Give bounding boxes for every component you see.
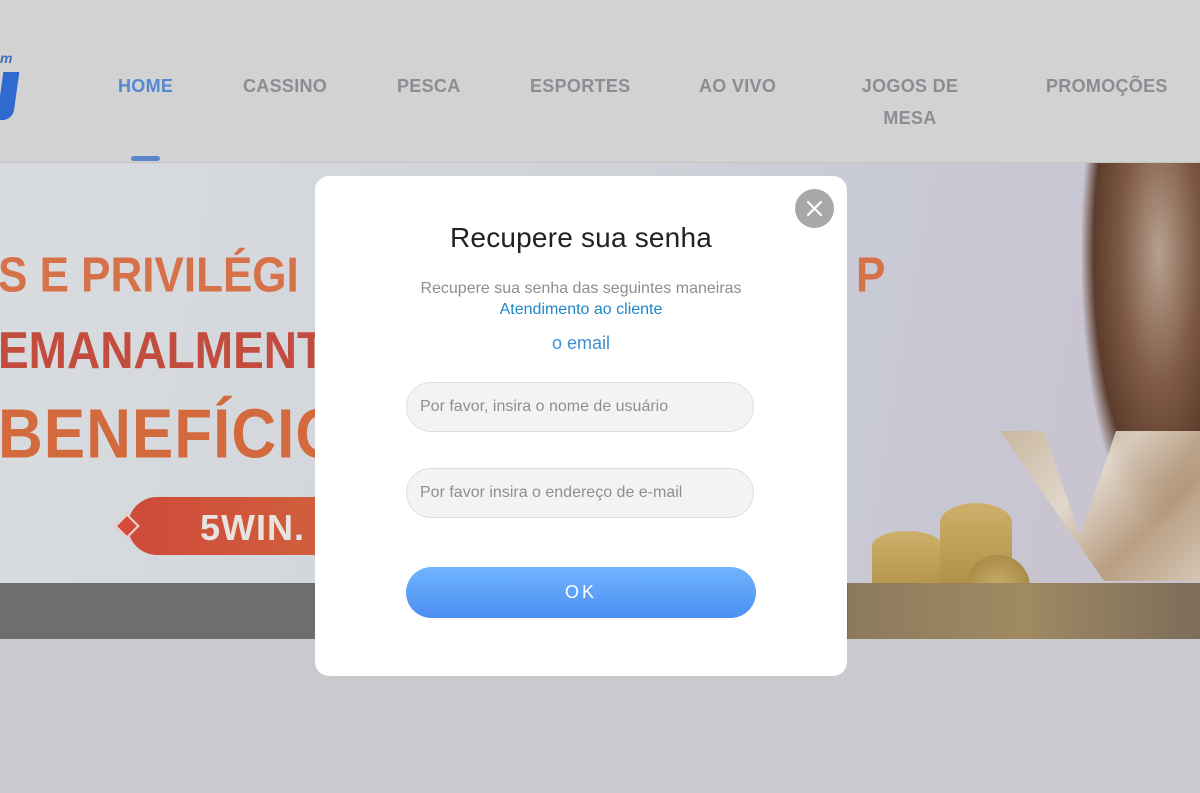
nav-item-jogos-de-mesa[interactable]: JOGOS DE MESA	[855, 70, 965, 134]
recover-password-modal: Recupere sua senha Recupere sua senha da…	[315, 176, 847, 676]
email-input[interactable]	[406, 468, 754, 518]
nav-item-ao-vivo[interactable]: AO VIVO	[699, 70, 776, 102]
ok-button[interactable]: OK	[406, 567, 756, 618]
nav-item-home[interactable]: HOME	[118, 70, 173, 102]
username-input[interactable]	[406, 382, 754, 432]
modal-title: Recupere sua senha	[450, 222, 712, 253]
gold-coins-image	[872, 531, 942, 583]
modal-description: Recupere sua senha das seguintes maneira…	[415, 278, 747, 320]
banner-brand-pill: 5WIN.	[128, 497, 328, 555]
nav-item-cassino[interactable]: CASSINO	[243, 70, 327, 102]
modal-description-text: Recupere sua senha das seguintes maneira…	[420, 280, 742, 297]
banner-brand-text: 5WIN.	[200, 507, 306, 548]
banner-headline-1-right: P	[856, 248, 886, 303]
customer-service-link[interactable]: Atendimento ao cliente	[500, 301, 663, 318]
banner-bottom-bar-coins	[848, 583, 1200, 639]
banner-headline-3: BENEFÍCIO	[0, 395, 345, 474]
close-icon	[806, 200, 823, 217]
nav-item-promocoes[interactable]: PROMOÇÕES	[1046, 70, 1168, 102]
nav-item-esportes[interactable]: ESPORTES	[530, 70, 630, 102]
main-nav: HOME CASSINO PESCA ESPORTES AO VIVO JOGO…	[0, 0, 1200, 162]
email-recovery-link[interactable]: o email	[315, 333, 847, 354]
banner-headline-2: EMANALMENTE,	[0, 320, 369, 380]
banner-headline-1: S E PRIVILÉGI	[0, 248, 299, 303]
site-header: m HOME CASSINO PESCA ESPORTES AO VIVO JO…	[0, 0, 1200, 163]
nav-item-pesca[interactable]: PESCA	[397, 70, 461, 102]
nav-active-indicator	[131, 156, 160, 161]
